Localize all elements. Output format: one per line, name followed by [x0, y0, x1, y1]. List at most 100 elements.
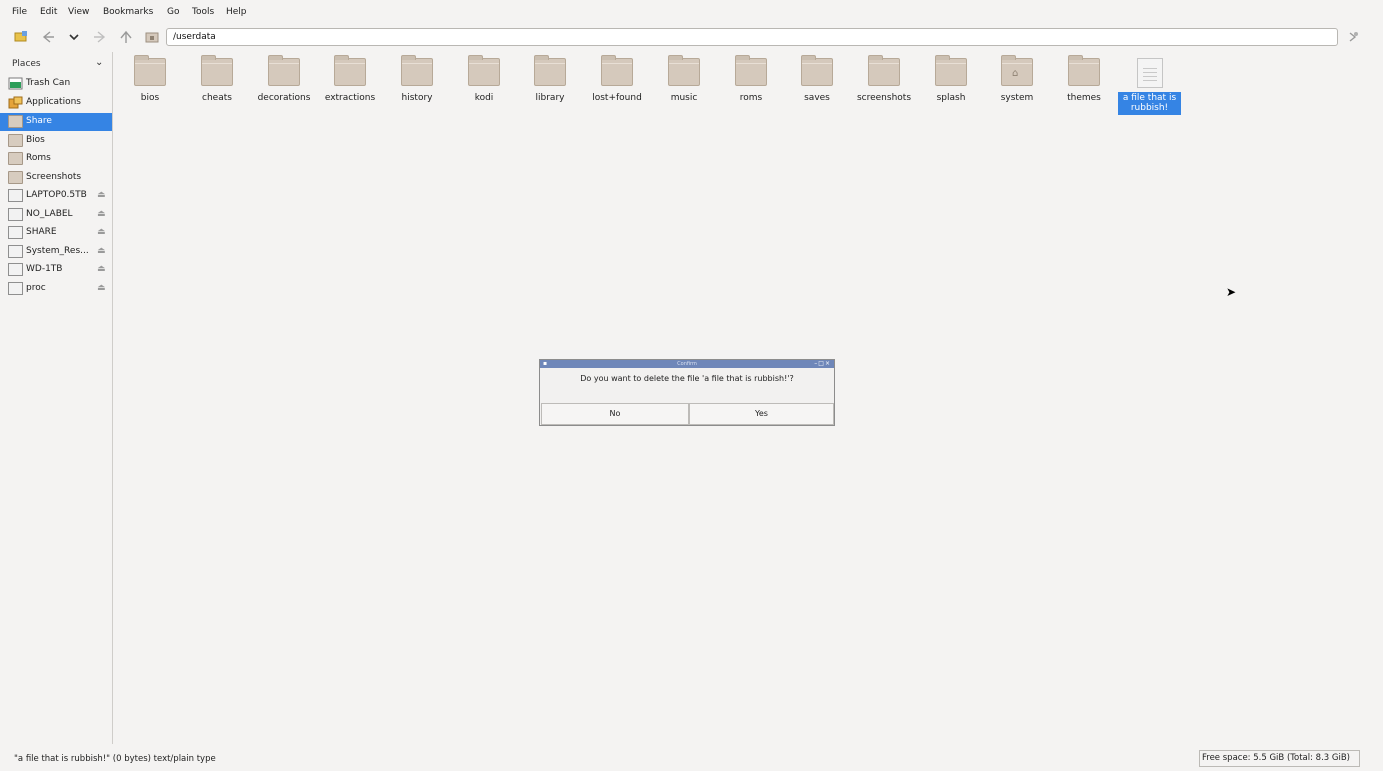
- eject-icon[interactable]: ⏏: [97, 190, 106, 200]
- file-item-music[interactable]: music: [651, 55, 717, 120]
- sidebar-item-applications[interactable]: Applications: [0, 94, 112, 112]
- sidebar-item-no-label[interactable]: NO_LABEL ⏏: [0, 206, 112, 224]
- confirm-dialog: ▪ Confirm –□× Do you want to delete the …: [539, 359, 835, 426]
- sidebar-item-label: Screenshots: [26, 172, 82, 182]
- menu-file[interactable]: File: [12, 7, 27, 17]
- sidebar-item-proc[interactable]: proc ⏏: [0, 280, 112, 298]
- menu-tools[interactable]: Tools: [192, 7, 214, 17]
- file-item-saves[interactable]: saves: [784, 55, 850, 120]
- file-item-cheats[interactable]: cheats: [184, 55, 250, 120]
- file-item-decorations[interactable]: decorations: [251, 55, 317, 120]
- folder-icon: [8, 134, 23, 147]
- sidebar-item-screenshots[interactable]: Screenshots: [0, 169, 112, 187]
- jump-to-path-icon[interactable]: [1346, 30, 1360, 44]
- sidebar-item-label: proc: [26, 283, 46, 293]
- drive-icon: [8, 245, 23, 258]
- file-item-kodi[interactable]: kodi: [451, 55, 517, 120]
- sidebar-item-label: SHARE: [26, 227, 57, 237]
- sidebar-item-label: Bios: [26, 135, 45, 145]
- home-folder-icon[interactable]: [145, 30, 159, 44]
- drive-icon: [8, 263, 23, 276]
- file-item-splash[interactable]: splash: [918, 55, 984, 120]
- eject-icon[interactable]: ⏏: [97, 227, 106, 237]
- sidebar-item-laptop0-5tb[interactable]: LAPTOP0.5TB ⏏: [0, 187, 112, 205]
- file-item-themes[interactable]: themes: [1051, 55, 1117, 120]
- sidebar-item-system-res[interactable]: System_Res... ⏏: [0, 243, 112, 261]
- places-header: Places: [12, 59, 41, 69]
- sidebar-item-label: LAPTOP0.5TB: [26, 190, 87, 200]
- dialog-title: Confirm: [677, 361, 697, 367]
- sidebar-item-label: Applications: [26, 97, 81, 107]
- folder-icon: [268, 55, 300, 86]
- file-item-text-file[interactable]: a file that is rubbish!: [1117, 56, 1183, 120]
- folder-icon: [401, 55, 433, 86]
- sidebar-item-label: Share: [26, 116, 52, 126]
- file-item-label: a file that is rubbish!: [1118, 92, 1181, 115]
- file-item-label: cheats: [202, 93, 232, 103]
- dialog-titlebar[interactable]: ▪ Confirm –□×: [540, 360, 834, 368]
- file-item-label: screenshots: [856, 93, 912, 103]
- file-item-label: saves: [804, 93, 830, 103]
- back-icon[interactable]: [41, 30, 55, 44]
- eject-icon[interactable]: ⏏: [97, 264, 106, 274]
- sidebar-item-label: Trash Can: [26, 78, 71, 88]
- file-item-system[interactable]: ⌂ system: [984, 55, 1050, 120]
- file-item-history[interactable]: history: [384, 55, 450, 120]
- forward-icon[interactable]: [93, 30, 107, 44]
- up-icon[interactable]: [119, 30, 133, 44]
- yes-button[interactable]: Yes: [689, 403, 834, 425]
- file-item-roms[interactable]: roms: [718, 55, 784, 120]
- sidebar-item-label: Roms: [26, 153, 51, 163]
- drive-icon: [8, 282, 23, 295]
- sidebar-item-share[interactable]: Share: [0, 113, 112, 131]
- file-item-library[interactable]: library: [517, 55, 583, 120]
- menu-view[interactable]: View: [68, 7, 89, 17]
- eject-icon[interactable]: ⏏: [97, 209, 106, 219]
- folder-icon: [8, 115, 23, 128]
- mouse-pointer-icon: ➤: [1226, 285, 1237, 299]
- folder-icon: [334, 55, 366, 86]
- drive-icon: [8, 226, 23, 239]
- no-button[interactable]: No: [541, 403, 689, 425]
- menu-bookmarks[interactable]: Bookmarks: [103, 7, 153, 17]
- file-item-label: splash: [936, 93, 966, 103]
- sidebar-item-trash-can[interactable]: Trash Can: [0, 75, 112, 93]
- folder-icon: [735, 55, 767, 86]
- new-tab-icon[interactable]: [14, 30, 28, 44]
- sidebar-item-wd-1tb[interactable]: WD-1TB ⏏: [0, 261, 112, 279]
- folder-icon: [201, 55, 233, 86]
- sidebar-item-label: WD-1TB: [26, 264, 63, 274]
- file-item-screenshots[interactable]: screenshots: [851, 55, 917, 120]
- window-controls-icon[interactable]: –□×: [814, 360, 831, 368]
- file-item-label: themes: [1067, 93, 1101, 103]
- path-entry[interactable]: /userdata: [166, 28, 1338, 46]
- file-item-bios[interactable]: bios: [117, 55, 183, 120]
- menu-go[interactable]: Go: [167, 7, 179, 17]
- folder-icon: [935, 55, 967, 86]
- places-sidebar: Places ⌄ Trash Can Applications Share Bi…: [0, 52, 113, 744]
- sidebar-item-roms[interactable]: Roms: [0, 150, 112, 168]
- file-item-label: history: [401, 93, 433, 103]
- file-item-label: kodi: [474, 93, 494, 103]
- home-icon: ⌂: [1012, 68, 1019, 79]
- chevron-down-icon[interactable]: ⌄: [95, 57, 103, 68]
- status-free-space: Free space: 5.5 GiB (Total: 8.3 GiB): [1199, 750, 1360, 767]
- file-item-extractions[interactable]: extractions: [317, 55, 383, 120]
- folder-icon: [8, 152, 23, 165]
- folder-icon: [868, 55, 900, 86]
- file-item-label: music: [670, 93, 698, 103]
- file-item-label: system: [1000, 93, 1034, 103]
- eject-icon[interactable]: ⏏: [97, 283, 106, 293]
- folder-icon: [134, 55, 166, 86]
- menu-help[interactable]: Help: [226, 7, 247, 17]
- dialog-message: Do you want to delete the file 'a file t…: [580, 374, 794, 383]
- eject-icon[interactable]: ⏏: [97, 246, 106, 256]
- trash-icon: [8, 77, 23, 90]
- history-dropdown-icon[interactable]: [67, 30, 81, 44]
- sidebar-item-share-drive[interactable]: SHARE ⏏: [0, 224, 112, 242]
- menu-edit[interactable]: Edit: [40, 7, 57, 17]
- folder-icon: [668, 55, 700, 86]
- sidebar-item-bios[interactable]: Bios: [0, 132, 112, 150]
- file-item-lost-found[interactable]: lost+found: [584, 55, 650, 120]
- folder-icon: [534, 55, 566, 86]
